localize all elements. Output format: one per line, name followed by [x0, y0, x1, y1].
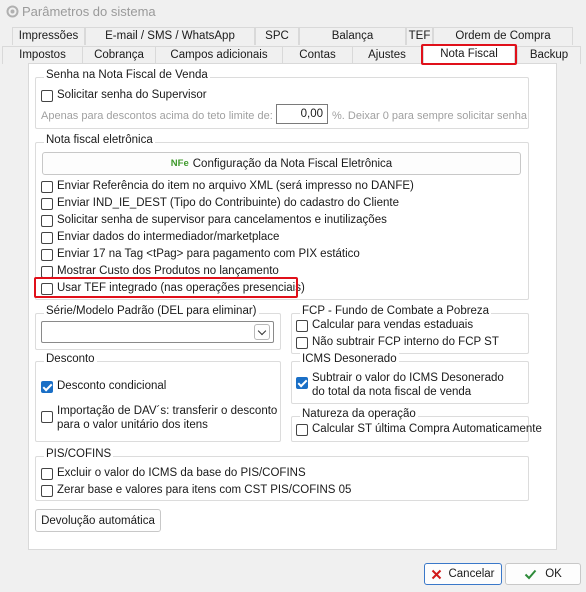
nfe-option-label: Solicitar senha de supervisor para cance…: [57, 214, 387, 226]
desconto-group: Desconto Desconto condicional Importação…: [35, 353, 281, 442]
icms-subtrair-label: Subtrair o valor do ICMS Desonerado do t…: [312, 371, 504, 399]
nfe-badge-icon: NFe: [170, 158, 189, 169]
importacao-dav-checkbox[interactable]: Importação de DAV´s: transferir o descon…: [41, 404, 277, 432]
serie-combobox[interactable]: [41, 321, 274, 343]
icms-subtrair-checkbox[interactable]: Subtrair o valor do ICMS Desonerado do t…: [296, 371, 504, 399]
pis-option-label: Zerar base e valores para itens com CST …: [57, 484, 352, 496]
nota-fiscal-panel: Senha na Nota Fiscal de Venda Solicitar …: [28, 63, 557, 550]
checkbox-box[interactable]: [41, 89, 53, 102]
natureza-st-label: Calcular ST última Compra Automaticament…: [312, 423, 542, 435]
icms-group-label: ICMS Desonerado: [300, 353, 399, 365]
desconto-limite-label: Apenas para descontos acima do teto limi…: [41, 110, 273, 122]
checkbox-box[interactable]: [41, 180, 53, 193]
pis-option-label: Excluir o valor do ICMS da base do PIS/C…: [57, 467, 306, 479]
nfe-group-label: Nota fiscal eletrônica: [44, 134, 155, 146]
close-icon: [432, 569, 442, 579]
fcp-group-label: FCP - Fundo de Combate a Pobreza: [300, 305, 492, 317]
nfe-option-label: Enviar Referência do item no arquivo XML…: [57, 180, 414, 192]
senha-group-label: Senha na Nota Fiscal de Venda: [44, 69, 210, 81]
tab-campos-adicionais[interactable]: Campos adicionais: [155, 46, 282, 64]
nfe-option-label: Enviar dados do intermediador/marketplac…: [57, 231, 280, 243]
desconto-limite-hint: %. Deixar 0 para sempre solicitar senha: [332, 110, 528, 122]
tab-contas[interactable]: Contas: [282, 46, 352, 64]
tab-tef[interactable]: TEF: [406, 27, 433, 45]
checkbox-box[interactable]: [41, 265, 53, 278]
window-title: Parâmetros do sistema: [22, 4, 156, 19]
app-icon: [6, 5, 19, 18]
desconto-limite-input[interactable]: 0,00: [276, 104, 328, 124]
highlight-nota-fiscal-tab: [421, 44, 517, 65]
tab-email-sms-whatsapp[interactable]: E-mail / SMS / WhatsApp: [85, 27, 255, 45]
checkbox-box-checked[interactable]: [41, 380, 53, 393]
senha-group: Senha na Nota Fiscal de Venda Solicitar …: [35, 69, 529, 129]
importacao-dav-label: Importação de DAV´s: transferir o descon…: [57, 404, 277, 432]
check-icon: [524, 569, 537, 579]
nfe-group: Nota fiscal eletrônica NFe Configuração …: [34, 134, 529, 300]
devolucao-automatica-button[interactable]: Devolução automática: [35, 509, 161, 532]
checkbox-box[interactable]: [41, 197, 53, 210]
pis-cofins-group-label: PIS/COFINS: [44, 448, 114, 460]
desconto-group-label: Desconto: [44, 353, 97, 365]
solicitar-senha-label: Solicitar senha do Supervisor: [57, 89, 207, 101]
ok-label: OK: [545, 568, 562, 580]
tab-cobranca[interactable]: Cobrança: [82, 46, 155, 64]
pis-cofins-group: PIS/COFINS Excluir o valor do ICMS da ba…: [35, 448, 529, 501]
importacao-dav-line2: para o valor unitário dos itens: [57, 419, 208, 431]
tab-ordem-de-compra[interactable]: Ordem de Compra: [433, 27, 573, 45]
highlight-tef-option: [34, 277, 298, 298]
checkbox-box[interactable]: [41, 214, 53, 227]
checkbox-box[interactable]: [296, 336, 308, 349]
tab-backup[interactable]: Backup: [517, 46, 581, 64]
checkbox-box[interactable]: [41, 484, 53, 497]
ok-button[interactable]: OK: [505, 563, 581, 585]
checkbox-box[interactable]: [41, 411, 53, 423]
fcp-option-label: Calcular para vendas estaduais: [312, 319, 474, 331]
icms-subtrair-line2: do total da nota fiscal de venda: [312, 386, 472, 398]
nfe-config-button[interactable]: NFe Configuração da Nota Fiscal Eletrôni…: [42, 152, 521, 175]
desconto-condicional-checkbox[interactable]: Desconto condicional: [41, 380, 166, 393]
icms-subtrair-line1: Subtrair o valor do ICMS Desonerado: [312, 372, 504, 384]
cancel-label: Cancelar: [448, 568, 495, 580]
nfe-option-pix-estatico[interactable]: Enviar 17 na Tag <tPag> para pagamento c…: [41, 248, 360, 261]
checkbox-box[interactable]: [296, 319, 308, 332]
tab-impressoes[interactable]: Impressões: [12, 27, 85, 45]
checkbox-box-checked[interactable]: [296, 377, 308, 389]
checkbox-box[interactable]: [41, 248, 53, 261]
checkbox-box[interactable]: [41, 231, 53, 244]
combobox-dropdown-button[interactable]: [254, 324, 270, 340]
pis-option-excluir-icms[interactable]: Excluir o valor do ICMS da base do PIS/C…: [41, 467, 306, 480]
natureza-group-label: Natureza da operação: [300, 408, 418, 420]
desconto-condicional-label: Desconto condicional: [57, 380, 167, 392]
pis-option-zerar-base[interactable]: Zerar base e valores para itens com CST …: [41, 484, 351, 497]
nfe-option-senha-supervisor[interactable]: Solicitar senha de supervisor para cance…: [41, 214, 387, 227]
importacao-dav-line1: Importação de DAV´s: transferir o descon…: [57, 405, 278, 417]
nfe-option-intermediador[interactable]: Enviar dados do intermediador/marketplac…: [41, 231, 279, 244]
fcp-group: FCP - Fundo de Combate a Pobreza Calcula…: [291, 305, 529, 354]
cancel-button[interactable]: Cancelar: [424, 563, 502, 585]
solicitar-senha-checkbox[interactable]: Solicitar senha do Supervisor: [41, 89, 207, 102]
natureza-st-checkbox[interactable]: Calcular ST última Compra Automaticament…: [296, 423, 542, 436]
icms-group: ICMS Desonerado Subtrair o valor do ICMS…: [291, 353, 529, 404]
fcp-option-vendas-estaduais[interactable]: Calcular para vendas estaduais: [296, 319, 473, 332]
tab-balanca[interactable]: Balança: [299, 27, 406, 45]
chevron-down-icon: [257, 326, 267, 336]
checkbox-box[interactable]: [296, 423, 308, 436]
fcp-option-nao-subtrair[interactable]: Não subtrair FCP interno do FCP ST: [296, 336, 499, 349]
serie-group: Série/Modelo Padrão (DEL para eliminar): [35, 305, 281, 350]
tab-impostos[interactable]: Impostos: [2, 46, 82, 64]
nfe-option-label: Enviar IND_IE_DEST (Tipo do Contribuinte…: [57, 197, 399, 209]
serie-group-label: Série/Modelo Padrão (DEL para eliminar): [44, 305, 259, 317]
natureza-group: Natureza da operação Calcular ST última …: [291, 408, 542, 442]
tab-spc[interactable]: SPC: [255, 27, 299, 45]
nfe-config-label: Configuração da Nota Fiscal Eletrônica: [192, 157, 393, 170]
nfe-option-label: Enviar 17 na Tag <tPag> para pagamento c…: [57, 248, 360, 260]
tab-ajustes[interactable]: Ajustes: [352, 46, 421, 64]
fcp-option-label: Não subtrair FCP interno do FCP ST: [312, 336, 499, 348]
nfe-option-referencia[interactable]: Enviar Referência do item no arquivo XML…: [41, 180, 414, 193]
nfe-option-ind-ie-dest[interactable]: Enviar IND_IE_DEST (Tipo do Contribuinte…: [41, 197, 399, 210]
title-bar: Parâmetros do sistema: [0, 0, 586, 22]
checkbox-box[interactable]: [41, 467, 53, 480]
